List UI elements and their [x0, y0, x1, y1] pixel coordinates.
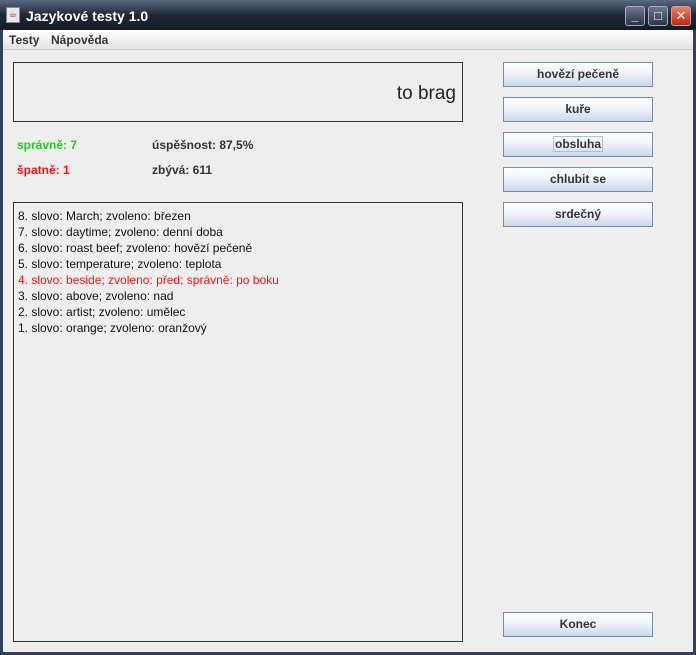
success-rate: úspěšnost: 87,5%	[152, 138, 254, 152]
history-item: 7. slovo: daytime; zvoleno: denní doba	[18, 225, 223, 239]
history-item: 3. slovo: above; zvoleno: nad	[18, 289, 174, 303]
close-button[interactable]: ✕	[671, 6, 691, 26]
current-word: to brag	[396, 83, 456, 104]
maximize-button[interactable]: □	[648, 6, 668, 26]
history-item: 2. slovo: artist; zvoleno: umělec	[18, 305, 186, 319]
remaining-count: zbývá: 611	[152, 163, 213, 177]
option-button-1[interactable]: hovězí pečeně	[503, 62, 653, 87]
end-button[interactable]: Konec	[503, 612, 653, 637]
java-icon: ☕	[6, 7, 20, 23]
title-bar: ☕ Jazykové testy 1.0 _ □ ✕	[0, 0, 696, 30]
option-label: obsluha	[552, 136, 603, 152]
option-label: chlubit se	[549, 172, 606, 186]
option-label: hovězí pečeně	[536, 67, 620, 81]
history-item: 5. slovo: temperature; zvoleno: teplota	[18, 257, 222, 271]
menu-testy[interactable]: Testy	[9, 33, 39, 47]
option-button-2[interactable]: kuře	[503, 97, 653, 122]
menu-napoveda[interactable]: Nápověda	[51, 33, 108, 47]
history-item: 6. slovo: roast beef; zvoleno: hovězí pe…	[18, 241, 253, 255]
history-item: 1. slovo: orange; zvoleno: oranžový	[18, 321, 207, 335]
window-title: Jazykové testy 1.0	[26, 8, 149, 24]
option-label: kuře	[565, 102, 591, 116]
option-label: srdečný	[554, 207, 602, 221]
history-item: 8. slovo: March; zvoleno: březen	[18, 209, 191, 223]
menu-bar: Testy Nápověda	[3, 30, 693, 50]
history-item: 4. slovo: beside; zvoleno: před; správně…	[18, 273, 279, 287]
option-button-5[interactable]: srdečný	[503, 202, 653, 227]
option-button-4[interactable]: chlubit se	[503, 167, 653, 192]
option-button-3[interactable]: obsluha	[503, 132, 653, 157]
minimize-button[interactable]: _	[625, 6, 645, 26]
history-list: 8. slovo: March; zvoleno: březen 7. slovo…	[13, 202, 463, 642]
word-display: to brag	[13, 62, 463, 122]
correct-count: správně: 7	[17, 138, 78, 152]
wrong-count: špatně: 1	[17, 163, 70, 177]
app-window: ☕ Jazykové testy 1.0 _ □ ✕ Testy Nápověd…	[0, 0, 696, 655]
